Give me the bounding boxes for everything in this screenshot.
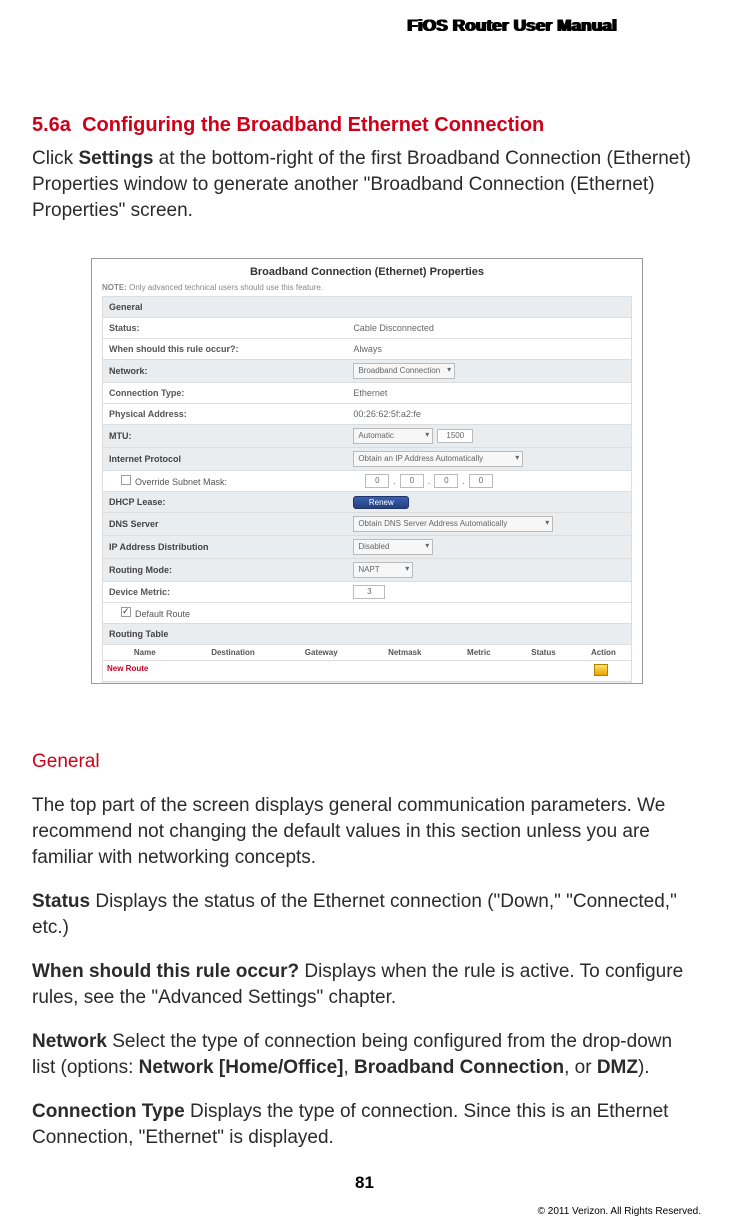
row-dns: DNS Server Obtain DNS Server Address Aut… xyxy=(103,513,631,536)
section-title: 5.6a Configuring the Broadband Ethernet … xyxy=(32,114,697,137)
row-network: Network: Broadband Connection xyxy=(103,360,631,383)
subnet-checkbox[interactable] xyxy=(121,475,131,485)
intro-bold-settings: Settings xyxy=(78,148,153,169)
mtu-label: MTU: xyxy=(103,428,347,444)
properties-screenshot: Broadband Connection (Ethernet) Properti… xyxy=(91,258,643,684)
default-route-cell: Default Route xyxy=(103,604,359,622)
p-rule-b: When should this rule occur? xyxy=(32,961,299,982)
conn-type-label: Connection Type: xyxy=(103,385,347,401)
note-label: NOTE: xyxy=(102,283,127,292)
col-action: Action xyxy=(576,645,631,660)
mtu-input[interactable]: 1500 xyxy=(437,429,473,443)
intro-paragraph: Click Settings at the bottom-right of th… xyxy=(32,146,697,224)
row-inet-proto: Internet Protocol Obtain an IP Address A… xyxy=(103,448,631,471)
routing-table-label: Routing Table xyxy=(103,626,347,642)
rule-occur-label: When should this rule occur?: xyxy=(103,341,347,357)
subnet-ip-3[interactable]: 0 xyxy=(469,474,493,488)
section-number: 5.6a xyxy=(32,114,71,136)
add-route-icon[interactable] xyxy=(594,664,608,676)
col-name: Name xyxy=(103,645,187,660)
p-network: Network Select the type of connection be… xyxy=(32,1029,697,1081)
header-title: FiOS Router User Manual xyxy=(407,16,617,36)
note-text: Only advanced technical users should use… xyxy=(127,283,323,292)
dialog-title: Broadband Connection (Ethernet) Properti… xyxy=(92,259,642,283)
row-routing-mode: Routing Mode: NAPT xyxy=(103,559,631,582)
row-status: Status: Cable Disconnected xyxy=(103,318,631,339)
subnet-ip: 0. 0. 0. 0 xyxy=(359,471,631,491)
default-route-label: Default Route xyxy=(135,609,190,619)
p-network-t3: , or xyxy=(564,1057,597,1078)
copyright: © 2011 Verizon. All Rights Reserved. xyxy=(538,1206,701,1217)
col-metric: Metric xyxy=(447,645,512,660)
ip-dist-label: IP Address Distribution xyxy=(103,539,347,555)
row-device-metric: Device Metric: 3 xyxy=(103,582,631,603)
subhead-general: General xyxy=(32,749,697,775)
p-rule: When should this rule occur? Displays wh… xyxy=(32,959,697,1011)
p-status-b: Status xyxy=(32,891,90,912)
p-network-b1: Network xyxy=(32,1031,107,1052)
row-default-route: Default Route xyxy=(103,603,631,624)
dns-label: DNS Server xyxy=(103,516,347,532)
subnet-ip-0[interactable]: 0 xyxy=(365,474,389,488)
device-metric-label: Device Metric: xyxy=(103,584,347,600)
dns-dropdown[interactable]: Obtain DNS Server Address Automatically xyxy=(353,516,553,532)
row-subnet: Override Subnet Mask: 0. 0. 0. 0 xyxy=(103,471,631,492)
dhcp-lease-label: DHCP Lease: xyxy=(103,494,347,510)
properties-table: General Status: Cable Disconnected When … xyxy=(102,296,632,684)
row-firewall: Internet Connection Firewall Enabled xyxy=(103,682,631,684)
inet-proto-label: Internet Protocol xyxy=(103,451,347,467)
network-dropdown[interactable]: Broadband Connection xyxy=(353,363,455,379)
routing-mode-label: Routing Mode: xyxy=(103,562,347,578)
phys-addr-label: Physical Address: xyxy=(103,406,347,422)
subnet-ip-1[interactable]: 0 xyxy=(400,474,424,488)
p-network-b3: Broadband Connection xyxy=(354,1057,564,1078)
row-ip-dist: IP Address Distribution Disabled xyxy=(103,536,631,559)
intro-pre: Click xyxy=(32,148,78,169)
p-network-t2: , xyxy=(343,1057,354,1078)
conn-type-value: Ethernet xyxy=(347,385,631,401)
row-phys-addr: Physical Address: 00:26:62:5f:a2:fe xyxy=(103,404,631,425)
section-general: General xyxy=(103,297,631,318)
row-rule-occur: When should this rule occur?: Always xyxy=(103,339,631,360)
section-heading: Configuring the Broadband Ethernet Conne… xyxy=(82,114,544,136)
routing-table-header: Name Destination Gateway Netmask Metric … xyxy=(103,645,631,661)
routing-mode-dropdown[interactable]: NAPT xyxy=(353,562,413,578)
new-route-link[interactable]: New Route xyxy=(103,661,572,681)
section-general-label: General xyxy=(103,299,347,315)
row-dhcp-lease: DHCP Lease: Renew xyxy=(103,492,631,513)
ip-dist-dropdown[interactable]: Disabled xyxy=(353,539,433,555)
col-gateway: Gateway xyxy=(279,645,363,660)
col-destination: Destination xyxy=(187,645,280,660)
p-conn-type: Connection Type Displays the type of con… xyxy=(32,1099,697,1151)
row-mtu: MTU: Automatic 1500 xyxy=(103,425,631,448)
rule-occur-value: Always xyxy=(347,341,631,357)
p-status-t: Displays the status of the Ethernet conn… xyxy=(32,891,677,938)
subnet-cell: Override Subnet Mask: xyxy=(103,472,359,490)
new-route-row: New Route xyxy=(103,661,631,682)
page-number: 81 xyxy=(0,1173,729,1193)
row-conn-type: Connection Type: Ethernet xyxy=(103,383,631,404)
phys-addr-value: 00:26:62:5f:a2:fe xyxy=(347,406,631,422)
p-network-b2: Network [Home/Office] xyxy=(139,1057,344,1078)
subnet-label: Override Subnet Mask: xyxy=(135,477,227,487)
inet-proto-dropdown[interactable]: Obtain an IP Address Automatically xyxy=(353,451,523,467)
col-netmask: Netmask xyxy=(363,645,447,660)
renew-button[interactable]: Renew xyxy=(353,496,409,509)
p-status: Status Displays the status of the Ethern… xyxy=(32,889,697,941)
device-metric-input[interactable]: 3 xyxy=(353,585,385,599)
network-label: Network: xyxy=(103,363,347,379)
col-status: Status xyxy=(511,645,576,660)
p-general-desc: The top part of the screen displays gene… xyxy=(32,793,697,871)
status-value: Cable Disconnected xyxy=(347,320,631,336)
p-ctype-b: Connection Type xyxy=(32,1101,185,1122)
p-network-t4: ). xyxy=(638,1057,650,1078)
default-route-checkbox[interactable] xyxy=(121,607,131,617)
p-network-b4: DMZ xyxy=(597,1057,638,1078)
dialog-note: NOTE: Only advanced technical users shou… xyxy=(92,283,642,296)
section-routing-table: Routing Table xyxy=(103,624,631,645)
mtu-dropdown[interactable]: Automatic xyxy=(353,428,433,444)
lower-text: General The top part of the screen displ… xyxy=(32,749,697,1169)
subnet-ip-2[interactable]: 0 xyxy=(434,474,458,488)
status-label: Status: xyxy=(103,320,347,336)
